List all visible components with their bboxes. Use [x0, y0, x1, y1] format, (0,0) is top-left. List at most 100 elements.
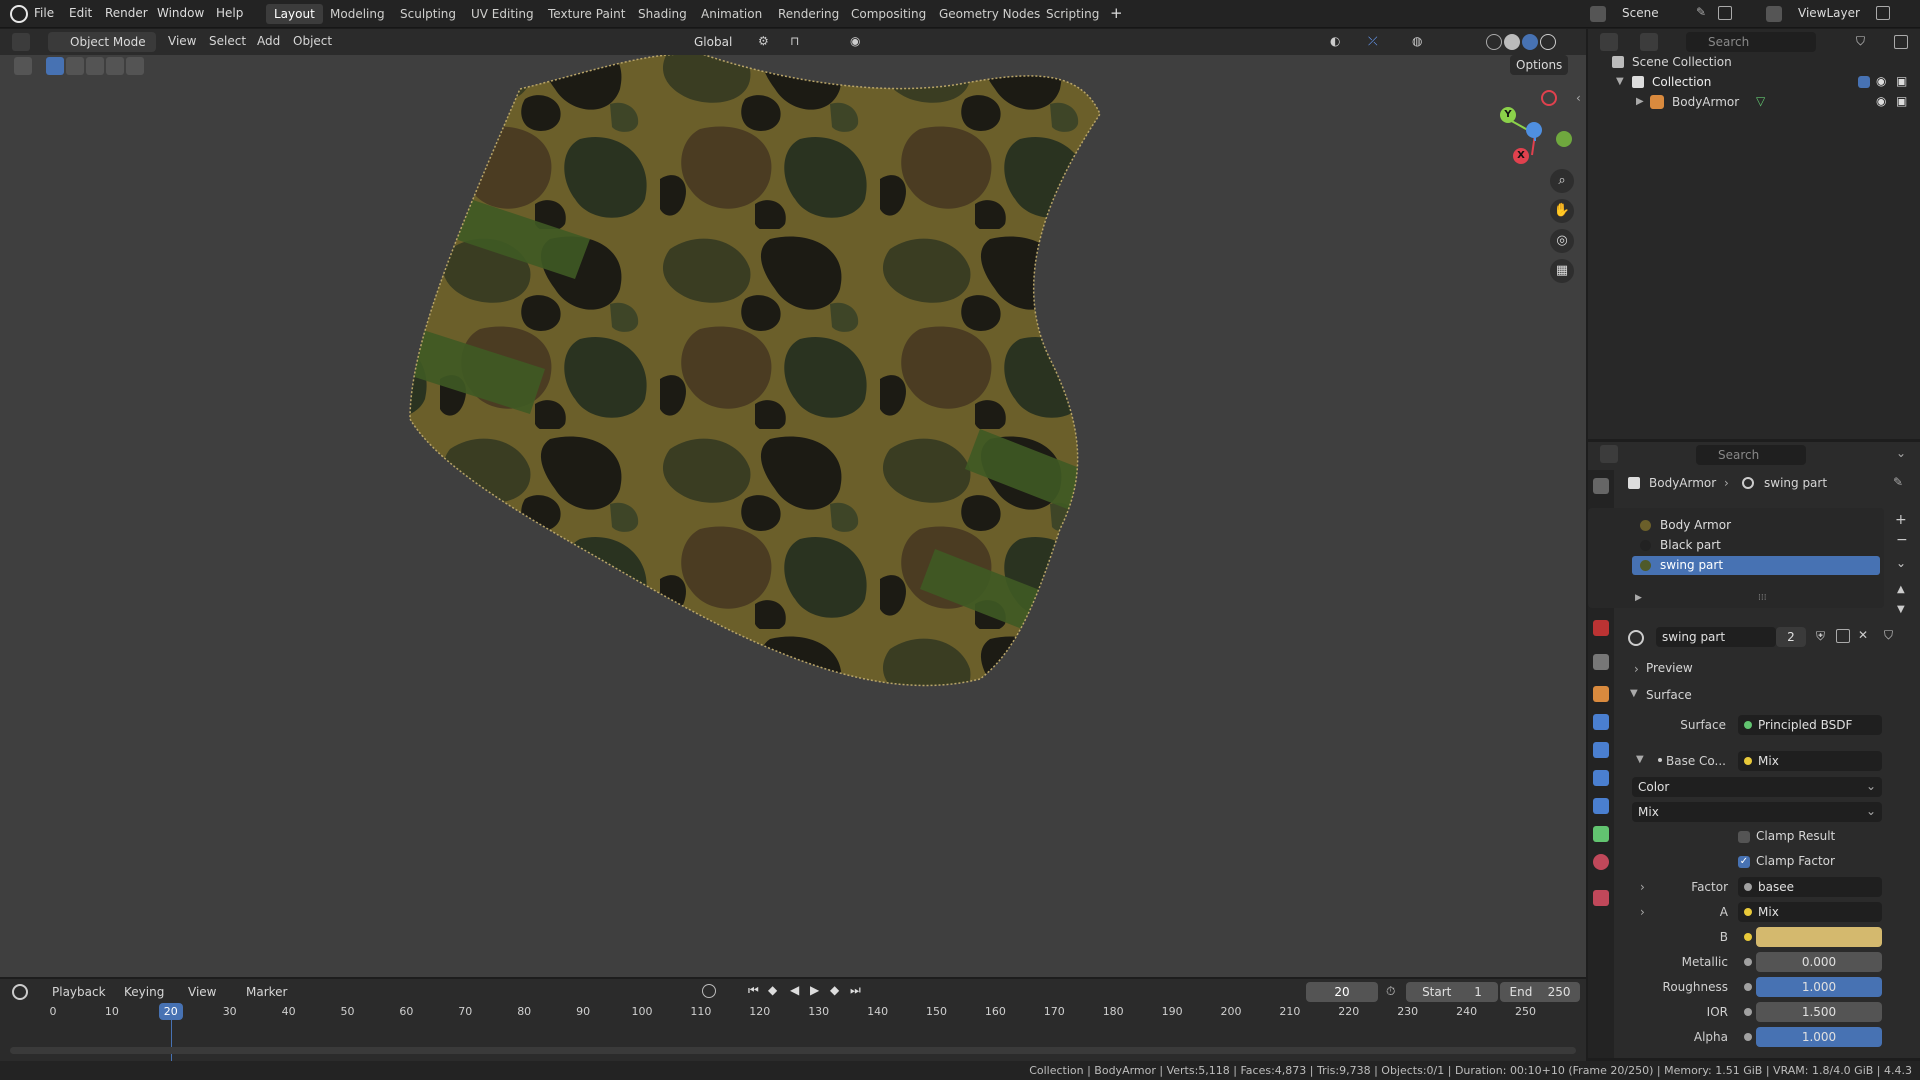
gizmo-x-axis[interactable]: X — [1513, 148, 1529, 164]
object-render-camera-icon[interactable]: ▣ — [1896, 94, 1907, 108]
constraints-tab-icon[interactable] — [1593, 798, 1609, 814]
keyframe-dot-icon[interactable] — [1658, 758, 1662, 762]
tab-layout[interactable]: Layout — [266, 4, 323, 24]
pin-properties-icon[interactable]: ✎ — [1893, 475, 1903, 489]
outliner-collection[interactable]: Collection — [1652, 75, 1711, 89]
gizmo-z-icon[interactable] — [1526, 122, 1542, 138]
a-input-field[interactable]: Mix — [1738, 902, 1882, 922]
select-tool-icon[interactable] — [14, 57, 32, 75]
tool-tab-icon[interactable] — [1593, 478, 1609, 494]
clamp-factor-checkbox[interactable]: ✓ — [1738, 856, 1750, 868]
mesh-data-icon[interactable]: ▽ — [1756, 94, 1765, 108]
tab-rendering[interactable]: Rendering — [770, 4, 847, 24]
collection-visibility-eye-icon[interactable]: ◉ — [1876, 74, 1886, 88]
alpha-slider[interactable]: 1.000 — [1756, 1027, 1882, 1047]
sidebar-toggle-icon[interactable]: ‹ — [1576, 91, 1581, 105]
preview-panel-header[interactable]: Preview — [1646, 661, 1693, 675]
filter-icon[interactable]: ⛉ — [1856, 34, 1865, 49]
surface-collapse-icon[interactable]: ▼ — [1630, 688, 1638, 699]
collection-render-camera-icon[interactable]: ▣ — [1896, 74, 1907, 88]
display-mode-icon[interactable] — [1640, 33, 1658, 51]
resize-handle-icon[interactable]: ⁞⁞⁞ — [1758, 593, 1767, 603]
material-shading-icon[interactable] — [1522, 34, 1538, 50]
wireframe-shading-icon[interactable] — [1486, 34, 1502, 50]
tab-texture-paint[interactable]: Texture Paint — [540, 4, 633, 24]
outliner-search-input[interactable]: Search — [1686, 32, 1816, 52]
body-armor-mesh[interactable] — [0, 29, 1586, 977]
view-layer-icon[interactable] — [1766, 6, 1782, 22]
menu-edit[interactable]: Edit — [69, 6, 92, 20]
material-slot-body-armor[interactable]: Body Armor — [1632, 516, 1880, 535]
surface-panel-header[interactable]: Surface — [1646, 688, 1692, 702]
expand-slots-icon[interactable]: ▶ — [1635, 593, 1642, 603]
data-tab-icon[interactable] — [1593, 826, 1609, 842]
menu-render[interactable]: Render — [105, 6, 148, 20]
tab-sculpting[interactable]: Sculpting — [392, 4, 464, 24]
pin-icon[interactable]: ✎ — [1696, 5, 1706, 19]
modifier-tab-icon[interactable] — [1593, 714, 1609, 730]
fake-user-shield-icon[interactable]: ⛨ — [1816, 629, 1825, 644]
user-count-badge[interactable]: 2 — [1776, 627, 1806, 647]
gizmo-toggle-icon[interactable]: ⤫ — [1368, 34, 1378, 49]
material-tab-icon[interactable] — [1593, 854, 1609, 870]
scene-icon[interactable] — [1590, 6, 1606, 22]
mode-selector[interactable]: Object Mode — [48, 32, 156, 52]
move-slot-down-icon[interactable]: ▼ — [1897, 604, 1905, 615]
surface-shader-field[interactable]: Principled BSDF — [1738, 715, 1882, 735]
new-collection-icon[interactable] — [1894, 35, 1908, 49]
zoom-icon[interactable]: ⌕ — [1550, 169, 1574, 193]
collection-exclude-checkbox[interactable] — [1858, 76, 1870, 88]
new-view-layer-icon[interactable] — [1876, 6, 1890, 20]
ior-field[interactable]: 1.500 — [1756, 1002, 1882, 1022]
snap-icon[interactable]: ⊓ — [790, 34, 799, 48]
pan-hand-icon[interactable]: ✋ — [1550, 199, 1574, 223]
browse-material-icon[interactable] — [1628, 630, 1644, 646]
link-type-icon[interactable]: ⛉ — [1884, 628, 1893, 643]
gizmo-neg-x-icon[interactable] — [1541, 90, 1557, 106]
physics-tab-icon[interactable] — [1593, 770, 1609, 786]
expand-object-icon[interactable]: ▶ — [1636, 96, 1644, 107]
base-color-field[interactable]: Mix — [1738, 751, 1882, 771]
factor-field[interactable]: basee — [1738, 877, 1882, 897]
preview-expand-icon[interactable]: › — [1634, 662, 1639, 676]
object-tab-icon[interactable] — [1593, 686, 1609, 702]
select-box-icon[interactable] — [46, 57, 64, 75]
outliner-type-icon[interactable] — [1600, 33, 1618, 51]
3d-viewport[interactable]: Y X ⌕ ✋ ◎ ▦ ‹ — [0, 29, 1586, 977]
material-slot-black-part[interactable]: Black part — [1632, 536, 1880, 555]
particles-tab-icon[interactable] — [1593, 742, 1609, 758]
options-button[interactable]: Options — [1510, 55, 1569, 75]
viewport-menu-view[interactable]: View — [168, 34, 196, 48]
unlink-material-icon[interactable]: ✕ — [1858, 628, 1868, 642]
outliner-scene-collection[interactable]: Scene Collection — [1632, 55, 1732, 69]
slot-specials-icon[interactable]: ⌄ — [1896, 556, 1906, 570]
tab-compositing[interactable]: Compositing — [843, 4, 934, 24]
playhead[interactable]: 20 — [158, 1003, 183, 1020]
expand-collection-icon[interactable]: ▼ — [1616, 76, 1624, 87]
remove-slot-icon[interactable]: − — [1896, 532, 1908, 548]
b-color-swatch[interactable] — [1756, 927, 1882, 947]
view-layer-selector[interactable]: ViewLayer — [1798, 6, 1860, 20]
roughness-slider[interactable]: 1.000 — [1756, 977, 1882, 997]
select-extend-icon[interactable] — [66, 57, 84, 75]
metallic-slider[interactable]: 0.000 — [1756, 952, 1882, 972]
object-visibility-eye-icon[interactable]: ◉ — [1876, 94, 1886, 108]
viewport-menu-add[interactable]: Add — [257, 34, 280, 48]
texture-tab-icon[interactable] — [1593, 890, 1609, 906]
duplicate-material-icon[interactable] — [1836, 629, 1850, 643]
properties-options-icon[interactable]: ⌄ — [1896, 446, 1906, 460]
overlay-icon[interactable]: ◍ — [1412, 34, 1422, 48]
tab-geometry-nodes[interactable]: Geometry Nodes — [931, 4, 1048, 24]
rendered-shading-icon[interactable] — [1540, 34, 1556, 50]
menu-window[interactable]: Window — [157, 6, 204, 20]
collection-tab-icon[interactable] — [1593, 654, 1609, 670]
editor-type-icon[interactable] — [12, 33, 30, 51]
pivot-icon[interactable]: ⚙ — [758, 34, 769, 48]
menu-file[interactable]: File — [34, 6, 54, 20]
world-tab-icon[interactable] — [1593, 620, 1609, 636]
material-name-field[interactable]: swing part — [1656, 627, 1776, 647]
move-slot-up-icon[interactable]: ▲ — [1897, 584, 1905, 595]
select-subtract-icon[interactable] — [86, 57, 104, 75]
scene-selector[interactable]: Scene — [1622, 6, 1659, 20]
viewport-menu-object[interactable]: Object — [293, 34, 332, 48]
